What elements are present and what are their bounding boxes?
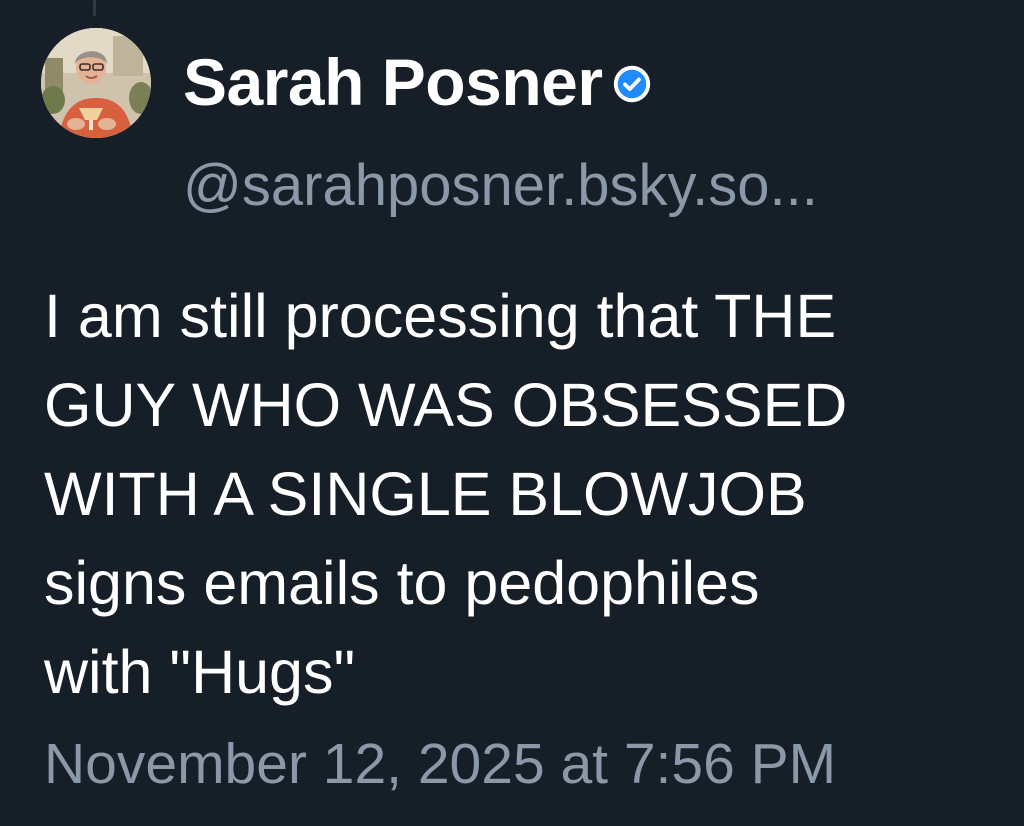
avatar-photo [41, 28, 151, 138]
display-name[interactable]: Sarah Posner [183, 42, 603, 122]
post: Sarah Posner @sarahposner.bsky.so... I a… [0, 0, 1024, 826]
author-name-row[interactable]: Sarah Posner [183, 42, 651, 122]
post-text: I am still processing that THE GUY WHO W… [44, 282, 848, 706]
avatar[interactable] [41, 28, 151, 138]
author-handle[interactable]: @sarahposner.bsky.so... [183, 150, 818, 222]
verified-check-icon [613, 65, 650, 103]
thread-line [93, 0, 96, 16]
post-timestamp[interactable]: November 12, 2025 at 7:56 PM [44, 729, 836, 799]
